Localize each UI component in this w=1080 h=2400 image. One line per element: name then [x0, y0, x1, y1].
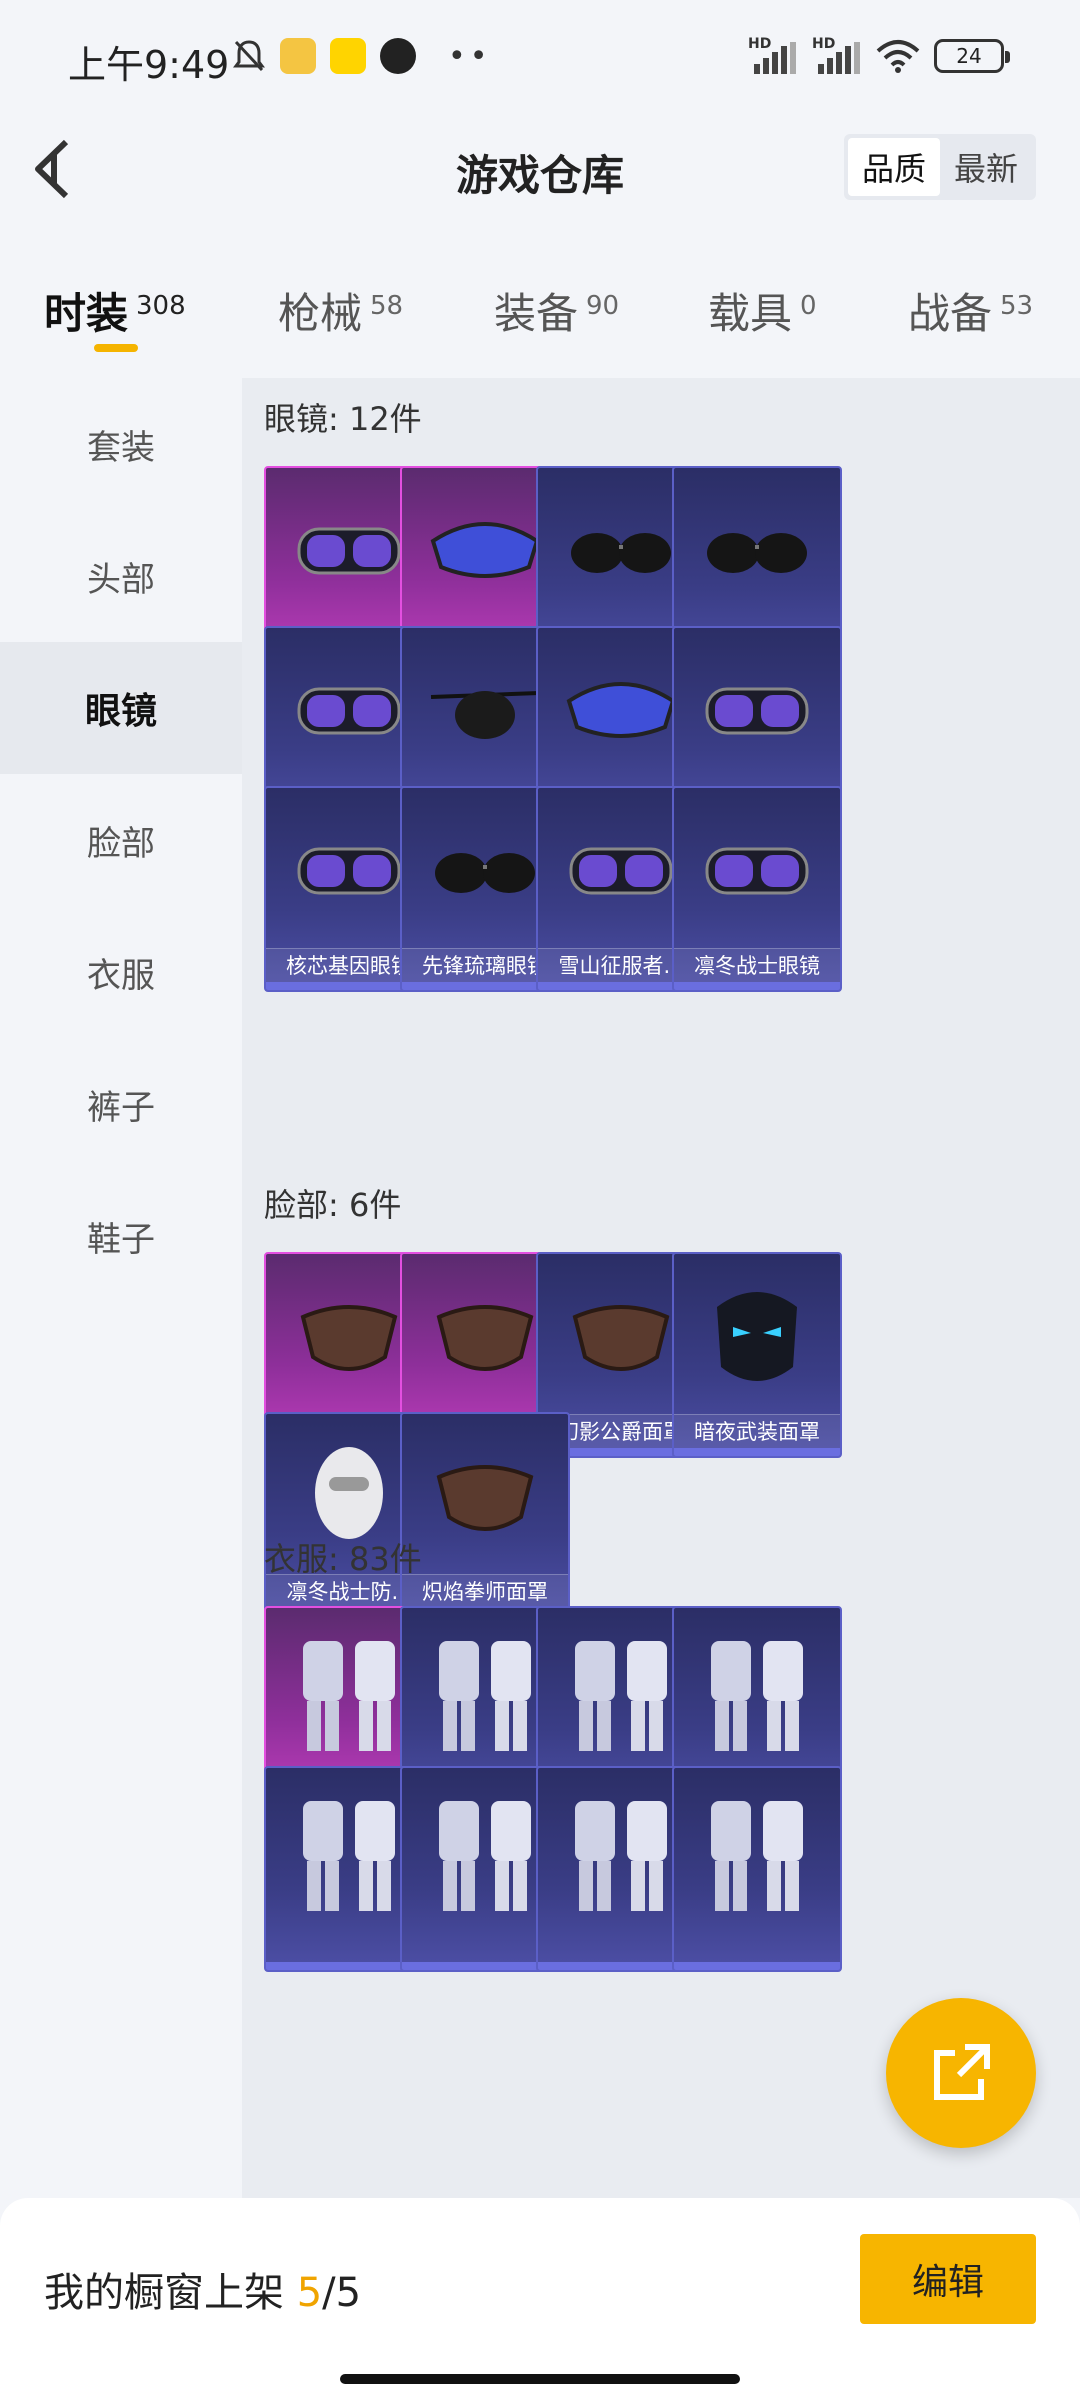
- system-icons: HD HD 24: [748, 36, 1010, 74]
- sidebar-item-clothes[interactable]: 衣服: [0, 906, 242, 1038]
- qq-icon: [380, 38, 416, 74]
- tab-equipment[interactable]: 装备 90: [494, 280, 619, 341]
- quality-bar: [674, 1448, 840, 1456]
- app-notification-icon: [330, 38, 366, 74]
- item-name: 暗夜武装面罩: [674, 1414, 840, 1448]
- status-time: 上午9:49: [68, 43, 230, 87]
- sidebar-item-shoes[interactable]: 鞋子: [0, 1170, 242, 1302]
- showcase-status: 我的橱窗上架 5/5: [44, 2270, 362, 2316]
- sidebar-item-pants[interactable]: 裤子: [0, 1038, 242, 1170]
- section-title: 眼镜: 12件: [264, 400, 422, 438]
- quality-bar: [674, 1962, 840, 1970]
- sort-toggle: 品质 最新: [844, 134, 1036, 200]
- mask-icon: [402, 1414, 568, 1580]
- tab-fashion[interactable]: 时装 308: [44, 280, 186, 341]
- outfit-icon: [674, 1608, 840, 1774]
- showcase-total-count: /5: [322, 2270, 362, 2316]
- item-grid: 眼镜: 12件 地铁逃生CH....梦幻火箭眼镜鬼马先锋眼镜幻影公爵眼镜酷萌兔限…: [242, 378, 1080, 2198]
- helmet-mask-icon: [674, 1254, 840, 1420]
- sidebar-item-glasses[interactable]: 眼镜: [0, 642, 242, 774]
- app-notification-icon: [280, 38, 316, 74]
- sunglasses-icon: [674, 468, 840, 634]
- share-icon: [934, 2044, 990, 2100]
- item-card[interactable]: 凛冬战士眼镜: [672, 786, 842, 992]
- tab-vehicles[interactable]: 载具 0: [708, 280, 817, 341]
- share-button[interactable]: [886, 1998, 1036, 2148]
- sidebar-item-face[interactable]: 脸部: [0, 774, 242, 906]
- wifi-icon: [876, 40, 920, 73]
- section-title: 脸部: 6件: [264, 1186, 402, 1224]
- goggles-icon: [674, 788, 840, 954]
- tab-indicator: [94, 344, 138, 352]
- sort-latest-button[interactable]: 最新: [940, 138, 1032, 196]
- mute-bell-icon: [233, 40, 265, 72]
- battery-icon: 24: [934, 39, 1010, 73]
- bottom-bar: 我的橱窗上架 5/5 编辑: [0, 2198, 1080, 2400]
- item-card[interactable]: 暗夜武装面罩: [672, 1252, 842, 1458]
- sidebar: 套装 头部 眼镜 脸部 衣服 裤子 鞋子: [0, 378, 242, 2198]
- section-title: 衣服: 83件: [264, 1540, 422, 1578]
- notification-icons: ••: [232, 38, 491, 74]
- item-card[interactable]: [672, 1766, 842, 1972]
- sidebar-item-suits[interactable]: 套装: [0, 378, 242, 510]
- edit-button[interactable]: 编辑: [860, 2234, 1036, 2324]
- quality-bar: [674, 982, 840, 990]
- signal-icon: HD: [812, 36, 862, 74]
- more-dots-icon: ••: [448, 38, 492, 74]
- outfit-icon: [674, 1768, 840, 1934]
- sort-quality-button[interactable]: 品质: [848, 138, 940, 196]
- item-name: 凛冬战士眼镜: [674, 948, 840, 982]
- tab-supplies[interactable]: 战备 53: [908, 280, 1033, 341]
- showcase-current-count: 5: [296, 2270, 323, 2316]
- goggles-icon: [674, 628, 840, 794]
- home-indicator: [340, 2374, 740, 2384]
- header: 游戏仓库 品质 最新: [0, 116, 1080, 220]
- item-card[interactable]: 炽焰拳师面罩: [400, 1412, 570, 1618]
- category-tabs: 时装 308 枪械 58 装备 90 载具 0 战备 53: [0, 260, 1080, 360]
- item-name: 炽焰拳师面罩: [402, 1574, 568, 1608]
- tab-guns[interactable]: 枪械 58: [278, 280, 403, 341]
- signal-icon: HD: [748, 36, 798, 74]
- sidebar-item-head[interactable]: 头部: [0, 510, 242, 642]
- status-bar: 上午9:49 •• HD HD 24: [0, 0, 1080, 116]
